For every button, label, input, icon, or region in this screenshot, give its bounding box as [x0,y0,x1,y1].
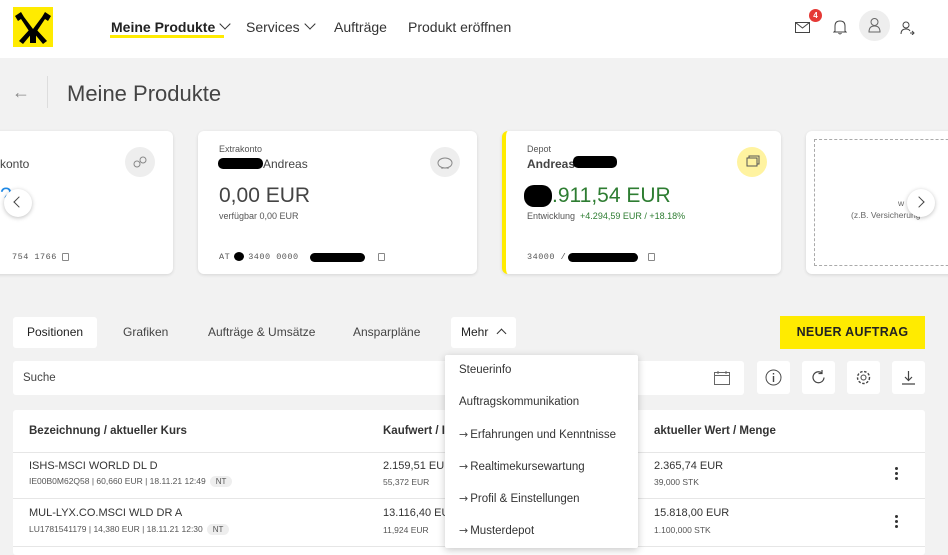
product-card-depot[interactable]: Depot Andreas .911,54 EUR Entwicklung +4… [502,131,781,274]
redacted-iban [310,253,365,262]
back-button[interactable]: ← [12,82,30,103]
current-value: 15.818,00 EUR [654,507,730,519]
depot-icon [737,147,767,177]
avatar[interactable] [859,10,890,41]
position-meta: IE00B0M62Q58 | 60,660 EUR | 18.11.21 12:… [29,476,233,487]
calendar-icon[interactable] [714,371,730,390]
card-name: konto [0,157,30,171]
menu-item-erfahrungen[interactable]: → Erfahrungen und Kenntnisse [459,428,616,441]
quantity: 39,000 STK [654,477,699,487]
nav-meine-produkte[interactable]: Meine Produkte [111,18,231,35]
nav-active-indicator [110,35,224,38]
add-card-line1: w [898,198,905,208]
product-card-extrakonto[interactable]: Extrakonto Andreas 0,00 EUR verfügbar 0,… [198,131,477,274]
mail-icon[interactable] [795,21,810,39]
redacted-amount [524,185,552,207]
card-type: Extrakonto [219,144,263,154]
card-iban: 754 1766 [12,252,69,262]
column-header-bezeichnung[interactable]: Bezeichnung / aktueller Kurs [29,425,187,437]
buy-price: 55,372 EUR [383,477,430,487]
status-badge: NT [209,476,233,487]
mail-count-badge: 4 [809,9,822,22]
buy-value: 2.159,51 EUR [383,460,453,472]
menu-item-profil[interactable]: → Profil & Einstellungen [459,492,580,505]
menu-item-steuerinfo[interactable]: Steuerinfo [459,364,511,376]
redacted-name [218,158,263,169]
download-button[interactable] [892,361,925,394]
menu-item-auftragskommunikation[interactable]: Auftragskommunikation [459,396,579,408]
chevron-up-icon [496,328,507,339]
logout-user-icon[interactable] [900,20,915,40]
menu-item-musterdepot[interactable]: → Musterdepot [459,524,534,537]
nav-produkt-eroeffnen[interactable]: Produkt eröffnen [408,19,511,35]
search-placeholder: Suche [23,372,56,384]
column-header-aktueller-wert[interactable]: aktueller Wert / Menge [654,425,776,437]
card-type: Depot [527,144,552,154]
column-header-kaufwert[interactable]: Kaufwert / I [383,425,445,437]
mehr-dropdown-menu: Steuerinfo Auftragskommunikation → Erfahr… [445,355,638,548]
card-amount: 0,00 EUR [219,184,311,207]
position-name[interactable]: ISHS-MSCI WORLD DL D [29,460,158,472]
nav-auftraege[interactable]: Aufträge [334,19,387,35]
card-name: Andreas [263,157,308,171]
top-navigation: Meine Produkte Services Aufträge Produkt… [0,0,948,58]
card-iban: AT 3400 0000 [219,252,299,262]
redacted-name [573,156,617,168]
bell-icon[interactable] [832,20,848,40]
tab-mehr[interactable]: Mehr [451,317,516,348]
position-meta: LU1781541179 | 14,380 EUR | 18.11.21 12:… [29,524,230,535]
buy-price: 11,924 EUR [383,525,429,535]
page-title: Meine Produkte [67,81,222,106]
divider [47,76,48,108]
chevron-down-icon [304,18,316,30]
tab-grafiken[interactable]: Grafiken [123,317,168,348]
copy-icon[interactable] [378,253,385,261]
carousel-prev-button[interactable] [4,189,32,217]
card-performance: Entwicklung +4.294,59 EUR / +18.18% [527,211,686,221]
card-name: Andreas [527,157,576,171]
nav-services[interactable]: Services [246,18,316,35]
tab-positionen[interactable]: Positionen [13,317,98,348]
status-badge: NT [206,524,230,535]
redacted-iban [568,253,638,262]
tab-ansparplaene[interactable]: Ansparpläne [353,317,420,348]
bank-logo[interactable] [13,7,53,47]
carousel-next-button[interactable] [907,189,935,217]
card-iban: 34000 / [527,252,567,262]
settings-gear-button[interactable] [847,361,880,394]
info-button[interactable] [757,361,790,394]
arrow-right-icon: → [459,524,469,537]
position-name[interactable]: MUL-LYX.CO.MSCI WLD DR A [29,507,182,519]
new-order-button[interactable]: NEUER AUFTRAG [780,316,925,349]
tab-auftraege-umsaetze[interactable]: Aufträge & Umsätze [208,317,315,348]
more-options-icon[interactable] [895,515,898,530]
quantity: 1.100,000 STK [654,525,711,535]
copy-icon[interactable] [61,252,69,261]
arrow-right-icon: → [459,492,469,505]
refresh-button[interactable] [802,361,835,394]
arrow-right-icon: → [459,460,469,473]
card-available: verfügbar 0,00 EUR [219,211,299,221]
arrow-right-icon: → [459,428,469,441]
card-amount: .911,54 EUR [552,184,671,207]
current-value: 2.365,74 EUR [654,460,724,472]
more-options-icon[interactable] [895,467,898,482]
piggy-bank-icon [430,147,460,177]
chevron-down-icon [219,18,231,30]
copy-icon[interactable] [648,253,655,261]
link-icon [125,147,155,177]
menu-item-realtimekurse[interactable]: → Realtimekursewartung [459,460,585,473]
